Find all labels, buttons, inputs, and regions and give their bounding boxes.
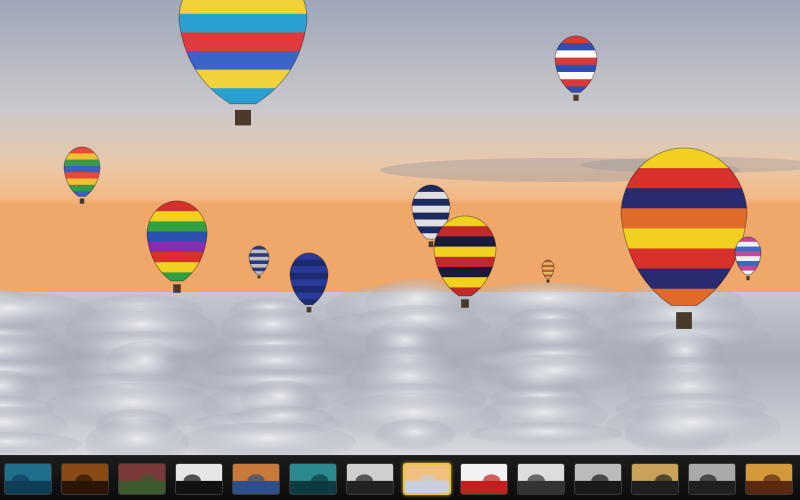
filmstrip[interactable]: [0, 455, 800, 500]
image-thumbnail: [290, 464, 336, 494]
thumb-balloons[interactable]: [403, 463, 451, 495]
thumb-bw-portrait[interactable]: [517, 463, 565, 495]
thumb-food-table[interactable]: [745, 463, 793, 495]
thumb-bw-silhouette[interactable]: [574, 463, 622, 495]
thumbnail-row: [4, 462, 800, 496]
thumb-people-crowd[interactable]: [118, 463, 166, 495]
thumb-brown-circle[interactable]: [61, 463, 109, 495]
image-thumbnail: [746, 464, 792, 494]
image-thumbnail: [119, 464, 165, 494]
thumb-red-figure[interactable]: [460, 463, 508, 495]
thumb-city-sunset[interactable]: [232, 463, 280, 495]
image-thumbnail: [233, 464, 279, 494]
thumb-bw-street[interactable]: [346, 463, 394, 495]
image-thumbnail: [5, 464, 51, 494]
thumb-black-white-figure[interactable]: [175, 463, 223, 495]
image-thumbnail: [689, 464, 735, 494]
image-thumbnail: [405, 465, 449, 493]
thumb-bw-road[interactable]: [688, 463, 736, 495]
image-thumbnail: [518, 464, 564, 494]
image-thumbnail: [62, 464, 108, 494]
thumb-teal-water[interactable]: [289, 463, 337, 495]
image-thumbnail: [632, 464, 678, 494]
image-thumbnail: [176, 464, 222, 494]
image-thumbnail: [347, 464, 393, 494]
image-thumbnail: [575, 464, 621, 494]
thumb-underwater-diver[interactable]: [4, 463, 52, 495]
main-photo: [0, 0, 800, 455]
photo-viewer[interactable]: [0, 0, 800, 455]
image-thumbnail: [461, 464, 507, 494]
thumb-car-interior[interactable]: [631, 463, 679, 495]
